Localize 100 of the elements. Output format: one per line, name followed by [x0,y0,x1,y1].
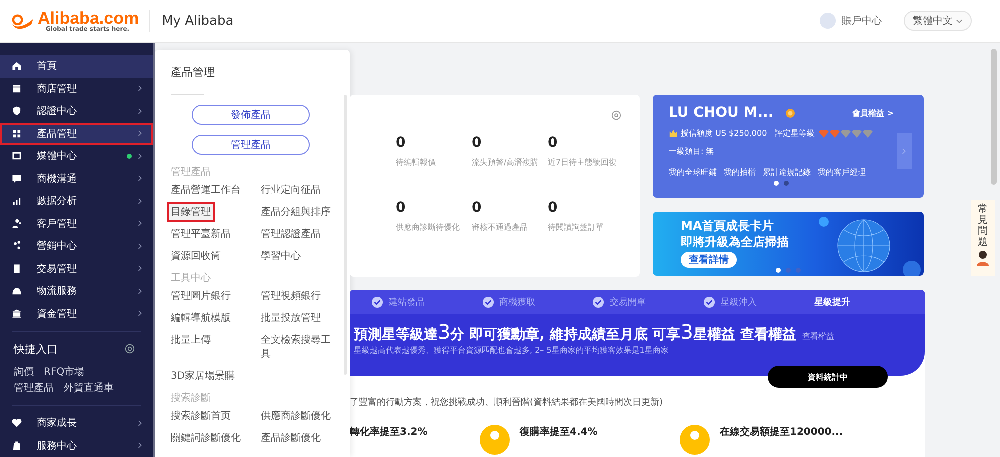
person-icon [976,250,990,266]
stat-label: 審核不通過產品 [472,222,529,233]
menu-link[interactable]: 產品分組與排序 [261,203,339,221]
language-selector[interactable]: 繁體中文 [904,11,972,31]
chevron-icon [138,288,143,295]
card-link[interactable]: 我的全球旺鋪 [669,167,717,178]
chevron-icon [138,85,143,92]
check-icon [593,296,604,308]
menu-link[interactable]: 全文檢索搜尋工具 [261,331,339,363]
menu-link[interactable]: 編輯導航模版 [171,309,261,327]
menu-icon [12,61,22,72]
progress-step[interactable]: 星級提升 [814,296,925,308]
menu-link[interactable]: 關鍵詞診斷優化 [171,429,261,447]
sidebar-item[interactable]: 資金管理 [0,302,153,325]
quick-link[interactable]: RFQ市場 [44,364,85,379]
avatar-icon [820,13,836,29]
menu-icon [12,151,22,162]
chevron-icon [138,198,143,205]
next-button[interactable] [897,133,912,169]
promo-banner[interactable]: MA首頁成長卡片 即將升級為全店掃描 查看詳情 [653,212,924,276]
menu-link[interactable]: 批量投放管理 [261,309,339,327]
menu-link[interactable]: 產品營運工作台 [171,181,261,199]
benefits-link[interactable]: 會員權益 > [852,108,894,118]
menu-icon [12,308,22,319]
stat-label: 供應商診斷待優化 [396,222,461,233]
coin-icon [786,108,795,118]
menu-link[interactable]: 供應商診斷優化 [261,407,339,425]
menu-link[interactable]: 管理圖片銀行 [171,287,261,305]
carousel-dot[interactable] [774,181,779,186]
sidebar-item[interactable]: 物流服務 [0,280,153,302]
menu-link[interactable]: 管理視頻銀行 [261,287,339,305]
page-title: My Alibaba [162,14,234,28]
quick-link[interactable]: 外貿直通車 [64,380,114,395]
chevron-icon [138,442,143,450]
chevron-icon [138,108,143,115]
sidebar-item[interactable]: 首頁 [0,55,153,78]
menu-link[interactable]: 學習中心 [261,247,339,265]
menu-link[interactable]: 管理認證產品 [261,225,339,243]
sidebar-item[interactable]: 商機溝通 [0,168,153,190]
menu-icon [12,128,22,139]
quick-link[interactable]: 詢價 [14,364,34,379]
sidebar-item[interactable]: 客戶管理 [0,212,153,235]
menu-icon [12,440,22,451]
carousel-dot[interactable] [776,268,781,273]
sidebar-item[interactable]: 產品管理 [0,122,153,145]
sidebar-item[interactable]: 交易管理 [0,258,153,280]
carousel-dot[interactable] [786,268,791,273]
status-button[interactable]: 資料統計中 [768,366,888,388]
menu-link[interactable]: 資源回收筒 [171,247,261,265]
account-link[interactable]: 賬戶中心 [842,14,882,28]
note-text: 了豐富的行動方案，祝您挑戰成功、順利晉階(資料結果都在美國時間次日更新) [350,396,664,409]
settings-icon [125,344,135,354]
stat-label: 流失預警/高潛複購 [472,157,540,168]
menu-icon [12,84,22,94]
chevron-icon [138,242,143,250]
chevron-icon [138,130,143,138]
menu-link[interactable]: 行业定向征品 [261,181,339,199]
sidebar-item[interactable]: 商家成長 [0,412,153,434]
menu-link[interactable]: 搜索診斷首页 [171,407,261,425]
sidebar-item[interactable]: 認證中心 [0,100,153,122]
benefits-link[interactable]: 查看權益 [802,331,834,342]
outline-button[interactable]: 管理產品 [192,135,310,155]
menu-link[interactable]: 目錄管理 [168,203,214,221]
menu-link[interactable]: 3D家居場景購 [171,367,261,385]
carousel-dot[interactable] [784,181,789,186]
category-text: 一級類目: 無 [669,146,716,157]
details-button[interactable]: 查看詳情 [681,252,737,268]
menu-link[interactable]: 產品診斷優化 [261,429,339,447]
menu-link[interactable]: 批量上傳 [171,331,261,363]
quick-link[interactable]: 管理產品 [14,380,54,395]
card-link[interactable]: 我的客戶經理 [818,167,866,178]
stat-value: 0 [548,200,559,216]
help-widget[interactable]: 常見問題 [971,200,995,276]
carousel-dot[interactable] [796,268,801,273]
sidebar-item[interactable]: 服務中心 [0,434,153,457]
outline-button[interactable]: 發佈產品 [192,105,310,125]
sidebar-item[interactable]: 商店管理 [0,78,153,100]
headline-text: 預測星等級達3分 即可獲勳章, 維持成績至月底 可享3星權益 查看權益 [354,320,796,344]
goal-text: 轉化率提至3.2% [350,425,428,439]
logo-text: Alibaba.com [38,10,140,26]
stat-value: 0 [472,200,483,216]
stat-label: 近7日待主態號回復 [548,157,618,168]
sidebar-item[interactable]: 營銷中心 [0,235,153,258]
banner-headline: 即將升級為全店掃描 [681,234,789,250]
scrollbar[interactable] [991,49,997,185]
caret-icon [956,18,963,24]
card-link[interactable]: 我的拍檔 [724,167,756,178]
credit-limit: 授信額度 US $250,000 [681,128,768,139]
menu-icon [12,241,22,252]
sidebar-item[interactable]: 數据分析 [0,190,153,212]
check-icon [704,296,715,308]
stat-value: 0 [396,135,407,151]
sidebar-item[interactable]: 媒體中心 [0,145,153,168]
card-link[interactable]: 累計違規記錄 [763,167,811,178]
section-title: 搜索診斷 [171,392,212,405]
menu-link[interactable]: 管理平臺新品 [171,225,261,243]
logo-icon [10,12,36,30]
settings-icon [611,110,622,121]
stat-value: 0 [548,135,559,151]
banner-headline: MA首頁成長卡片 [681,218,774,234]
